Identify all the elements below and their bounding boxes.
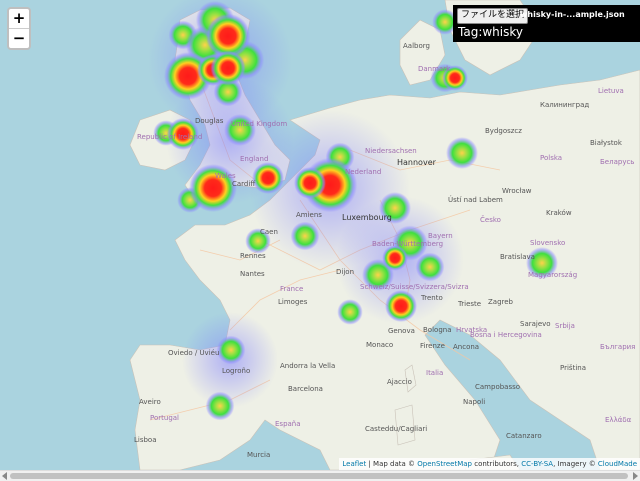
heat-spot: [290, 221, 320, 251]
place-label: Limoges: [278, 298, 308, 306]
place-label: Nantes: [240, 270, 265, 278]
place-label: Slovensko: [530, 239, 566, 247]
ccbysa-link[interactable]: CC-BY-SA: [521, 460, 553, 468]
place-label: Napoli: [463, 398, 486, 406]
place-label: Monaco: [366, 341, 394, 349]
place-label: Murcia: [247, 451, 271, 459]
place-label: Česko: [480, 216, 501, 224]
place-label: Sarajevo: [520, 320, 551, 328]
place-label: Italia: [426, 369, 444, 377]
place-label: Беларусь: [600, 158, 635, 166]
attr-text-1: | Map data ©: [366, 460, 418, 468]
place-label: Logroño: [222, 367, 251, 375]
heat-spot: [205, 391, 235, 421]
place-label: Schweiz/Suisse/Svizzera/Svizra: [360, 283, 469, 291]
place-label: Hannover: [397, 158, 436, 167]
place-label: Republic of Ireland: [137, 133, 203, 141]
place-label: Portugal: [150, 414, 179, 422]
place-label: Aveiro: [139, 398, 161, 406]
place-label: Genova: [388, 327, 415, 335]
place-label: Zagreb: [488, 298, 514, 306]
osm-link[interactable]: OpenStreetMap: [417, 460, 472, 468]
place-label: Dijon: [336, 268, 354, 276]
place-label: Lietuva: [598, 87, 624, 95]
place-label: Aalborg: [403, 42, 430, 50]
place-label: Ústí nad Labem: [448, 196, 503, 204]
zoom-out-button[interactable]: −: [9, 28, 29, 48]
attr-text-3: , Imagery ©: [553, 460, 598, 468]
tag-label: Tag:whisky: [458, 25, 523, 39]
heat-spot: [210, 50, 246, 86]
attr-text-2: contributors,: [472, 460, 522, 468]
place-label: Kraków: [546, 209, 572, 217]
selected-file-name: whisky-in-...ample.json: [520, 10, 625, 19]
leaflet-link[interactable]: Leaflet: [342, 460, 366, 468]
place-label: Ελλάδα: [605, 416, 632, 424]
heat-spot: [385, 290, 417, 322]
heat-spot: [216, 335, 246, 365]
place-label: Campobasso: [475, 383, 521, 391]
place-label: Catanzaro: [506, 432, 542, 440]
place-label: Rennes: [240, 252, 266, 260]
place-label: Hrvatska: [456, 326, 488, 334]
place-label: Wales: [215, 172, 236, 180]
place-label: Bydgoszcz: [485, 127, 522, 135]
place-label: Ancona: [453, 343, 480, 351]
place-label: Firenze: [420, 342, 445, 350]
place-label: Lisboa: [134, 436, 157, 444]
horizontal-scrollbar[interactable]: [0, 470, 640, 481]
place-label: Trento: [421, 294, 443, 302]
scrollbar-thumb[interactable]: [10, 473, 628, 479]
place-label: Amiens: [296, 211, 322, 219]
attribution: Leaflet | Map data © OpenStreetMap contr…: [339, 458, 640, 470]
basemap: [0, 0, 640, 470]
cloudmade-link[interactable]: CloudMade: [598, 460, 637, 468]
place-label: England: [240, 155, 269, 163]
place-label: Cardiff: [232, 180, 256, 188]
place-label: Douglas: [195, 117, 224, 125]
place-label: Luxembourg: [342, 213, 392, 222]
place-label: Białystok: [590, 139, 622, 147]
place-label: Bologna: [423, 326, 452, 334]
heat-spot: [382, 245, 408, 271]
place-label: Srbija: [555, 322, 575, 330]
place-label: Andorra la Vella: [280, 362, 336, 370]
place-label: United Kingdom: [231, 120, 288, 128]
place-label: Niedersachsen: [365, 147, 417, 155]
file-choose-button[interactable]: ファイルを選択: [457, 8, 529, 24]
place-label: Baden-Württemberg: [372, 240, 444, 248]
heat-spot: [224, 114, 256, 146]
place-label: Калининград: [540, 101, 590, 109]
zoom-in-button[interactable]: +: [9, 9, 29, 28]
heat-spot: [252, 162, 284, 194]
place-label: Casteddu/Cagliari: [365, 425, 428, 433]
map-canvas[interactable]: Aalborg Douglas Republic of Ireland Cardiff…: [0, 0, 640, 470]
place-label: España: [275, 420, 301, 428]
place-label: Trieste: [458, 300, 482, 308]
heat-spot: [446, 137, 478, 169]
place-label: Polska: [540, 154, 563, 162]
heat-spot: [294, 167, 326, 199]
place-label: Wrocław: [502, 187, 532, 195]
file-panel: ファイルを選択 whisky-in-...ample.json Tag:whis…: [453, 5, 640, 42]
scroll-left-arrow-icon[interactable]: [2, 472, 7, 480]
place-label: Priština: [560, 364, 586, 372]
place-label: France: [280, 285, 304, 293]
heat-spot: [337, 299, 363, 325]
place-label: Bratislava: [500, 253, 535, 261]
place-label: Oviedo / Uviéu: [168, 349, 220, 357]
zoom-control: + −: [7, 7, 31, 50]
scroll-right-arrow-icon[interactable]: [633, 472, 638, 480]
place-label: Nederland: [345, 168, 382, 176]
place-label: Caen: [260, 228, 278, 236]
place-label: Barcelona: [288, 385, 323, 393]
place-label: Danmark: [418, 65, 451, 73]
place-label: Bayern: [428, 232, 453, 240]
heat-spot: [415, 252, 445, 282]
place-label: Ajaccio: [387, 378, 412, 386]
place-label: България: [600, 343, 636, 351]
place-label: Magyarország: [528, 271, 578, 279]
